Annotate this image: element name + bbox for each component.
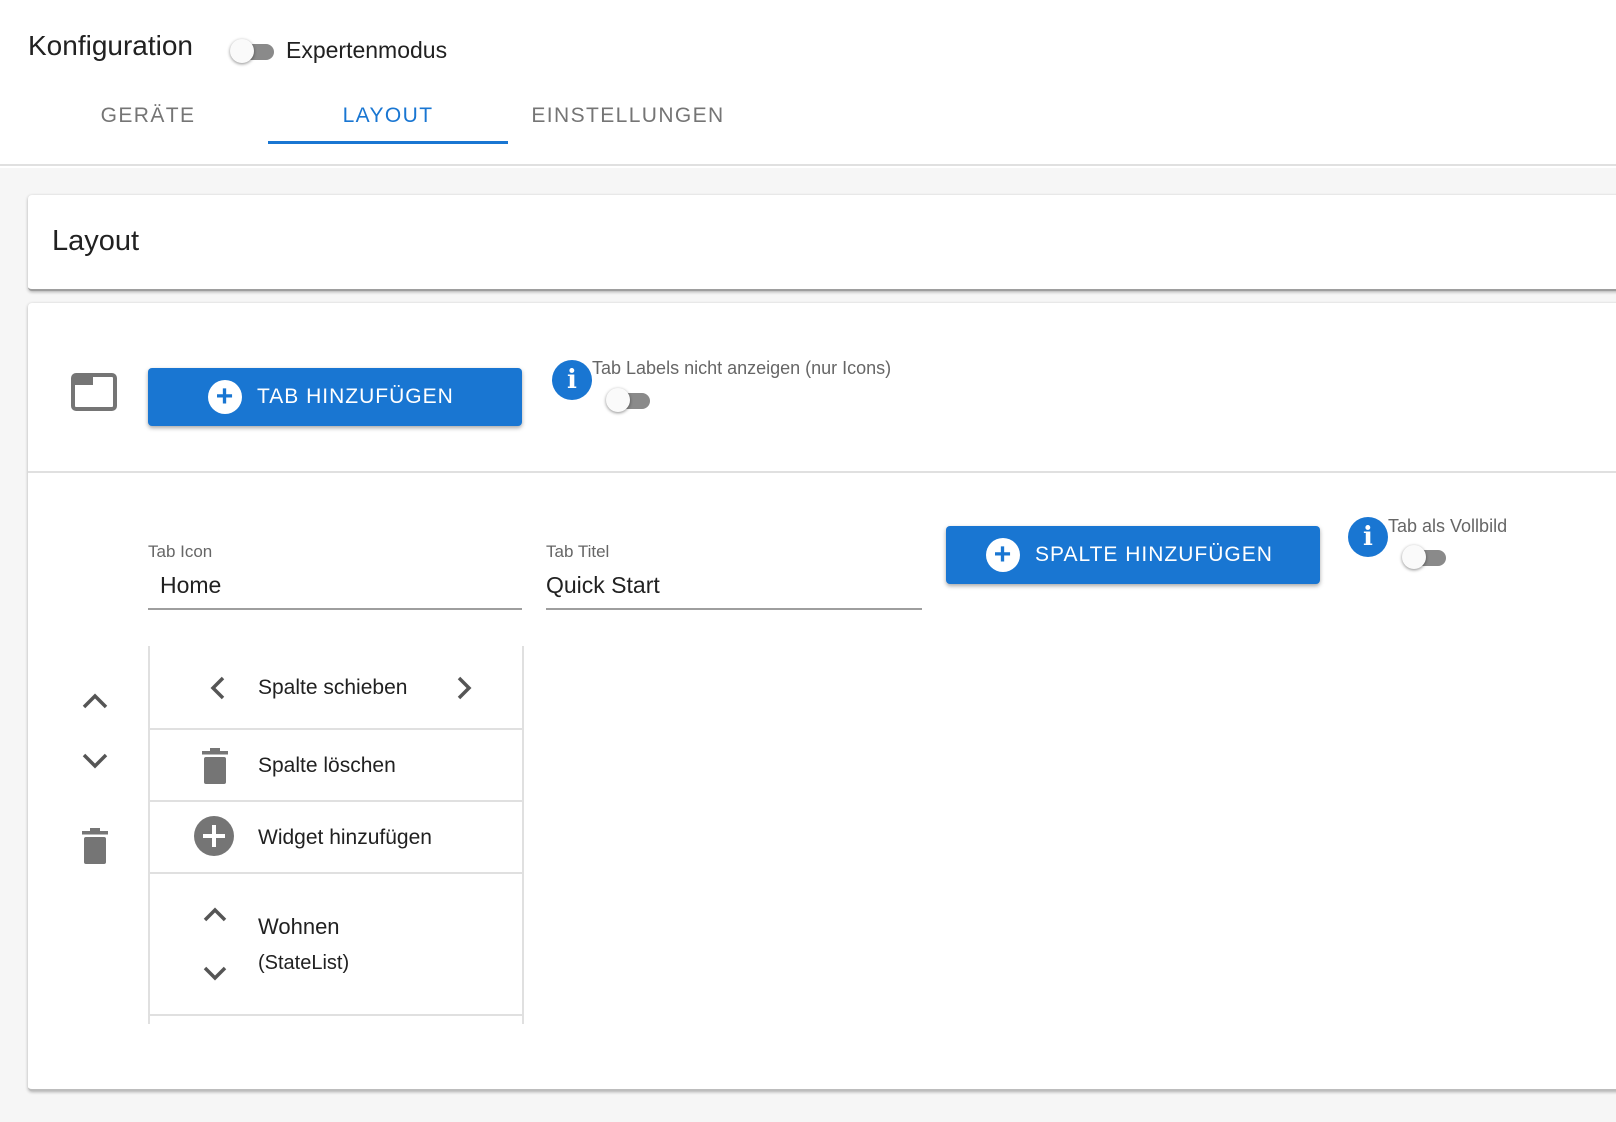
- chevron-down-icon[interactable]: [200, 962, 230, 984]
- hide-labels-label: Tab Labels nicht anzeigen (nur Icons): [592, 358, 892, 378]
- add-widget-label: Widget hinzufügen: [258, 826, 432, 849]
- tab-icon-input[interactable]: Home: [160, 572, 221, 599]
- add-tab-button-label: TAB HINZUFÜGEN: [257, 385, 454, 408]
- widget-row: Wohnen (StateList): [150, 874, 522, 1016]
- info-icon[interactable]: i: [552, 360, 592, 400]
- fullscreen-label: Tab als Vollbild: [1388, 516, 1508, 536]
- tab-folder-icon: [70, 372, 118, 412]
- chevron-up-icon[interactable]: [200, 904, 230, 926]
- add-column-button[interactable]: + SPALTE HINZUFÜGEN: [946, 526, 1320, 584]
- chevron-down-icon[interactable]: [78, 748, 112, 774]
- tab-icon-label: Tab Icon: [148, 542, 213, 561]
- expert-mode-toggle[interactable]: [230, 36, 276, 66]
- top-bar: Konfiguration Expertenmodus GERÄTE LAYOU…: [0, 0, 1616, 166]
- widget-type: (StateList): [258, 952, 350, 974]
- layout-title: Layout: [52, 225, 140, 257]
- toggle-thumb: [606, 388, 630, 412]
- tab-layout[interactable]: LAYOUT: [268, 88, 508, 144]
- toggle-thumb: [1402, 545, 1426, 569]
- chevron-left-icon[interactable]: [208, 674, 228, 702]
- active-tab-indicator: [268, 141, 508, 144]
- expert-mode-label: Expertenmodus: [286, 37, 448, 63]
- add-column-button-label: SPALTE HINZUFÜGEN: [1035, 543, 1273, 566]
- delete-column-row[interactable]: Spalte löschen: [150, 730, 522, 802]
- toggle-thumb: [230, 39, 254, 63]
- column-panel: Spalte schieben Spalte löschen Widget hi…: [148, 646, 524, 1024]
- tab-title-underline: [546, 608, 922, 610]
- trash-icon: [200, 746, 230, 786]
- page-title: Konfiguration: [28, 30, 194, 61]
- delete-column-label: Spalte löschen: [258, 754, 396, 777]
- layout-header-card: Layout: [28, 195, 1616, 291]
- chevron-right-icon[interactable]: [454, 674, 474, 702]
- hide-labels-toggle[interactable]: [606, 385, 652, 415]
- section-divider: [28, 471, 1616, 473]
- tab-geraete[interactable]: GERÄTE: [28, 88, 268, 144]
- trash-icon[interactable]: [78, 826, 112, 866]
- chevron-up-icon[interactable]: [78, 688, 112, 714]
- add-widget-row[interactable]: Widget hinzufügen: [150, 802, 522, 874]
- plus-circle-icon: +: [208, 380, 242, 414]
- fullscreen-toggle[interactable]: [1402, 542, 1448, 572]
- add-tab-button[interactable]: + TAB HINZUFÜGEN: [148, 368, 522, 426]
- move-column-row: Spalte schieben: [150, 646, 522, 730]
- move-column-label: Spalte schieben: [258, 676, 408, 699]
- tab-title-input[interactable]: Quick Start: [546, 572, 660, 599]
- info-icon[interactable]: i: [1348, 517, 1388, 557]
- plus-circle-icon: [194, 816, 234, 856]
- tab-title-label: Tab Titel: [546, 542, 610, 561]
- tab-einstellungen[interactable]: EINSTELLUNGEN: [508, 88, 748, 144]
- tab-icon-underline: [148, 608, 522, 610]
- plus-circle-icon: +: [986, 538, 1020, 572]
- widget-name[interactable]: Wohnen: [258, 914, 340, 940]
